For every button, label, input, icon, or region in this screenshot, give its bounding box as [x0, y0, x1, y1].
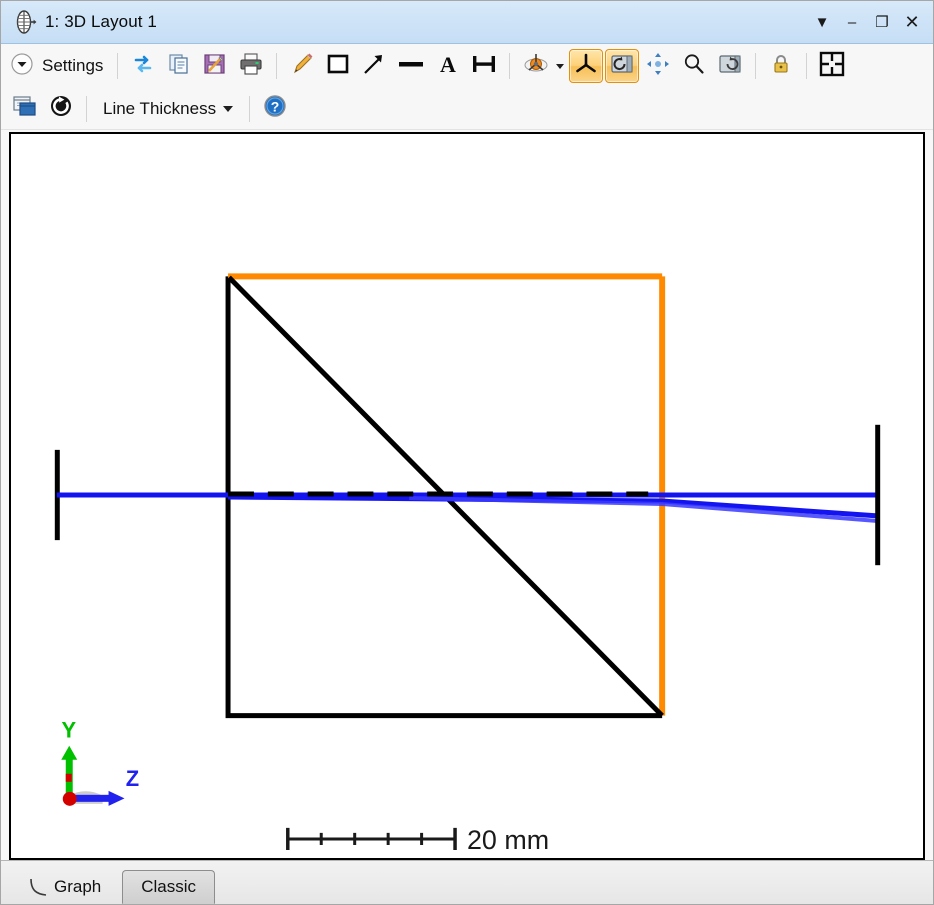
rotate-view-button[interactable] — [605, 49, 639, 83]
chevron-down-icon — [556, 64, 564, 69]
tab-classic-label: Classic — [141, 877, 196, 897]
refresh-button[interactable] — [126, 49, 160, 83]
lock-icon — [768, 51, 794, 82]
y-axis-arrowhead — [61, 746, 77, 760]
toolbar-separator — [509, 53, 510, 79]
line-thickness-dropdown[interactable]: Line Thickness — [94, 92, 242, 126]
tile-windows-button[interactable] — [815, 49, 849, 83]
titlebar-menu-button[interactable]: ▼ — [807, 7, 837, 37]
lock-button[interactable] — [764, 49, 798, 83]
maximize-button[interactable]: ❐ — [867, 7, 897, 37]
dimension-button[interactable] — [467, 49, 501, 83]
chevron-down-icon — [223, 106, 233, 112]
copy-button[interactable] — [162, 49, 196, 83]
magnifier-icon — [681, 51, 707, 82]
view-tabbar: Graph Classic — [1, 860, 933, 904]
x-axis-origin — [63, 792, 77, 806]
settings-button[interactable]: Settings — [7, 48, 110, 84]
tile-grid-icon — [818, 50, 846, 83]
window-title: 1: 3D Layout 1 — [45, 12, 157, 32]
circular-reload-icon — [48, 93, 74, 124]
layout-drawing: Y Z 20 mm — [11, 134, 923, 858]
settings-label: Settings — [42, 56, 103, 76]
svg-text:A: A — [440, 52, 456, 77]
close-icon: ✕ — [904, 13, 919, 31]
y-axis-label: Y — [61, 718, 76, 743]
lens-icon — [11, 9, 37, 35]
tab-graph-label: Graph — [54, 877, 101, 897]
pencil-icon — [289, 51, 315, 82]
image-plane — [875, 425, 880, 565]
line-thickness-label: Line Thickness — [103, 99, 216, 119]
layout-window: 1: 3D Layout 1 ▼ – ❐ ✕ Settings — [0, 0, 934, 905]
layout-canvas[interactable]: Y Z 20 mm — [9, 132, 925, 860]
toolbar-separator — [276, 53, 277, 79]
toolbar-separator — [806, 53, 807, 79]
maximize-icon: ❐ — [875, 15, 888, 30]
help-button[interactable]: ? — [258, 92, 292, 126]
toolbar-separator — [249, 96, 250, 122]
show-axes-button[interactable] — [569, 49, 603, 83]
graph-curve-icon — [26, 874, 52, 900]
arrow-icon — [361, 51, 387, 82]
toolbar-secondary: Line Thickness ? — [1, 88, 933, 130]
svg-text:?: ? — [271, 99, 280, 115]
z-axis-arrowhead — [109, 791, 125, 806]
settings-chevron-icon — [10, 52, 34, 81]
text-a-icon: A — [435, 51, 461, 82]
z-axis-label: Z — [126, 766, 139, 791]
save-button[interactable] — [198, 49, 232, 83]
tab-graph[interactable]: Graph — [7, 870, 120, 904]
annotate-pencil-button[interactable] — [285, 49, 319, 83]
window-detach-icon — [11, 93, 39, 124]
detach-window-button[interactable] — [8, 92, 42, 126]
x-axis-tick — [66, 774, 72, 782]
print-button[interactable] — [234, 49, 268, 83]
line-icon — [396, 51, 426, 82]
rotate-view-icon — [609, 51, 635, 82]
draw-line-button[interactable] — [393, 49, 429, 83]
chevron-down-icon: ▼ — [815, 15, 830, 30]
toolbar-separator — [117, 53, 118, 79]
draw-rectangle-button[interactable] — [321, 49, 355, 83]
view-orientation-button[interactable] — [518, 49, 567, 83]
orbit-view-icon — [521, 51, 551, 82]
scale-bar-label: 20 mm — [467, 825, 549, 855]
scale-bar: 20 mm — [288, 825, 549, 855]
pan-button[interactable] — [641, 49, 675, 83]
axis-indicator: Y Z — [61, 718, 139, 806]
titlebar: 1: 3D Layout 1 ▼ – ❐ ✕ — [1, 1, 933, 44]
tab-classic[interactable]: Classic — [122, 870, 215, 904]
reset-view-icon — [717, 51, 743, 82]
close-button[interactable]: ✕ — [897, 7, 927, 37]
minimize-button[interactable]: – — [837, 7, 867, 37]
text-annotation-button[interactable]: A — [431, 49, 465, 83]
toolbar-separator — [755, 53, 756, 79]
dimension-icon — [470, 51, 498, 82]
printer-icon — [238, 51, 264, 82]
save-edit-icon — [202, 51, 228, 82]
refresh-icon — [130, 51, 156, 82]
reset-view-button[interactable] — [713, 49, 747, 83]
axis-tripod-icon — [573, 51, 599, 82]
draw-arrow-button[interactable] — [357, 49, 391, 83]
toolbar-primary: Settings — [1, 44, 933, 88]
rectangle-icon — [325, 51, 351, 82]
help-question-icon: ? — [262, 93, 288, 124]
toolbar-separator — [86, 96, 87, 122]
pan-arrows-icon — [645, 51, 671, 82]
minimize-icon: – — [848, 15, 856, 30]
zoom-button[interactable] — [677, 49, 711, 83]
copy-icon — [166, 51, 192, 82]
reload-button[interactable] — [44, 92, 78, 126]
